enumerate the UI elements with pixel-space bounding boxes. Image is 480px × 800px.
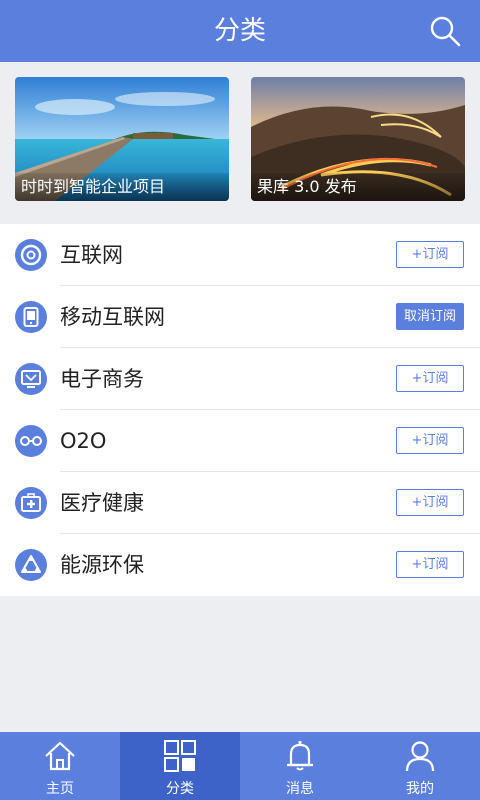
page-title: 分类 bbox=[213, 16, 266, 46]
unsubscribe-button[interactable]: 取消订阅 bbox=[396, 303, 464, 330]
bell-icon bbox=[287, 740, 313, 771]
subscribe-button[interactable]: +订阅 bbox=[396, 427, 464, 454]
subscribe-button[interactable]: +订阅 bbox=[396, 489, 464, 516]
tablet-icon bbox=[15, 301, 47, 333]
link-icon bbox=[15, 425, 47, 457]
search-icon[interactable] bbox=[428, 14, 462, 48]
category-label: O2O bbox=[60, 429, 107, 453]
tab-label: 分类 bbox=[166, 781, 194, 797]
banner-road[interactable]: 果库 3.0 发布 bbox=[251, 77, 465, 201]
recycle-icon bbox=[15, 549, 47, 581]
category-label: 医疗健康 bbox=[60, 491, 144, 515]
category-list: 互联网 +订阅 移动互联网 取消订阅 电子商务 +订阅 O2O +订阅 医疗健康… bbox=[0, 224, 480, 596]
banner-caption: 果库 3.0 发布 bbox=[251, 173, 465, 201]
category-row-healthcare[interactable]: 医疗健康 +订阅 bbox=[0, 472, 480, 534]
subscribe-button[interactable]: +订阅 bbox=[396, 365, 464, 392]
category-row-energy[interactable]: 能源环保 +订阅 bbox=[0, 534, 480, 596]
category-label: 电子商务 bbox=[60, 367, 144, 391]
category-label: 互联网 bbox=[60, 243, 123, 267]
monitor-icon bbox=[15, 363, 47, 395]
tab-label: 消息 bbox=[286, 781, 314, 797]
banner-caption: 时时到智能企业项目 bbox=[15, 173, 229, 201]
bottom-tab-bar: 主页 分类 消息 我的 bbox=[0, 732, 480, 800]
subscribe-button[interactable]: +订阅 bbox=[396, 551, 464, 578]
medical-kit-icon bbox=[15, 487, 47, 519]
category-row-mobile-internet[interactable]: 移动互联网 取消订阅 bbox=[0, 286, 480, 348]
home-icon bbox=[45, 741, 75, 771]
subscribe-button[interactable]: +订阅 bbox=[396, 241, 464, 268]
tab-home[interactable]: 主页 bbox=[0, 732, 120, 800]
category-label: 能源环保 bbox=[60, 553, 144, 577]
tab-messages[interactable]: 消息 bbox=[240, 732, 360, 800]
tab-me[interactable]: 我的 bbox=[360, 732, 480, 800]
at-sign-icon bbox=[15, 239, 47, 271]
banner-strip: 时时到智能企业项目 果库 3.0 发布 bbox=[0, 62, 480, 214]
tab-category[interactable]: 分类 bbox=[120, 732, 240, 800]
top-bar: 分类 bbox=[0, 0, 480, 62]
category-row-ecommerce[interactable]: 电子商务 +订阅 bbox=[0, 348, 480, 410]
grid-icon bbox=[164, 740, 196, 772]
category-label: 移动互联网 bbox=[60, 305, 165, 329]
tab-label: 我的 bbox=[406, 781, 434, 797]
category-row-o2o[interactable]: O2O +订阅 bbox=[0, 410, 480, 472]
category-row-internet[interactable]: 互联网 +订阅 bbox=[0, 224, 480, 286]
tab-label: 主页 bbox=[46, 781, 74, 797]
banner-pier[interactable]: 时时到智能企业项目 bbox=[15, 77, 229, 201]
user-icon bbox=[405, 741, 435, 772]
